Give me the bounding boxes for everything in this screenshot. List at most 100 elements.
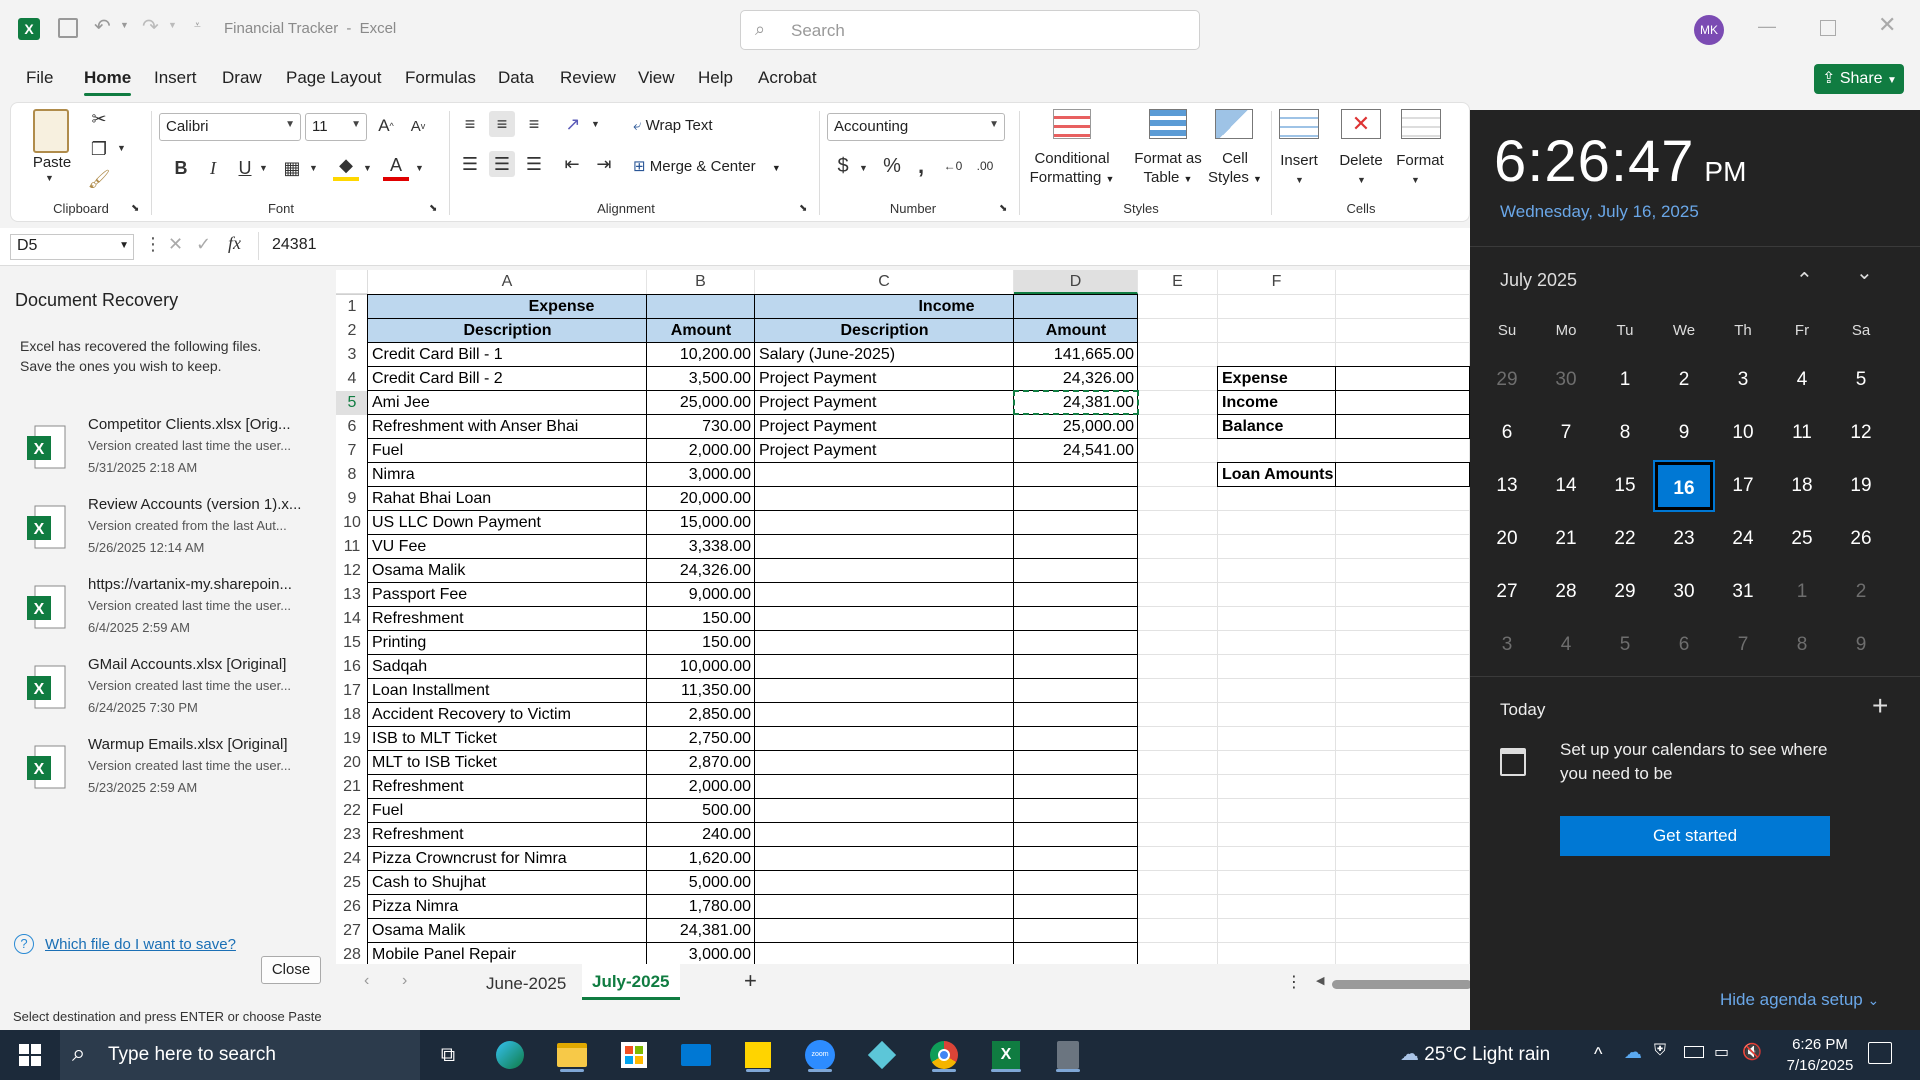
row-header[interactable]: 12	[336, 559, 368, 583]
expense-description-cell[interactable]: Fuel	[368, 439, 647, 463]
recovery-file-item[interactable]: X GMail Accounts.xlsx [Original] Version…	[22, 656, 322, 732]
scroll-left-icon[interactable]: ◀	[1316, 974, 1324, 987]
percent-icon[interactable]: %	[879, 153, 905, 179]
row-header[interactable]: 28	[336, 943, 368, 964]
recovery-file-item[interactable]: X https://vartanix-my.sharepoin... Versi…	[22, 576, 322, 652]
cell-styles-icon[interactable]	[1215, 109, 1253, 139]
more-options-icon[interactable]: ⋮	[144, 234, 162, 255]
align-center-icon[interactable]: ☰	[489, 151, 515, 177]
calendar-day[interactable]: 7	[1714, 621, 1772, 669]
sheet-tab-july[interactable]: July-2025	[582, 964, 680, 1000]
store-icon[interactable]	[614, 1038, 654, 1072]
expense-amount-cell[interactable]: 3,338.00	[647, 535, 755, 559]
file-explorer-icon[interactable]	[552, 1038, 592, 1072]
calendar-day[interactable]: 25	[1773, 515, 1831, 563]
select-all-corner[interactable]	[336, 270, 368, 294]
calendar-day[interactable]: 11	[1773, 409, 1831, 457]
chevron-down-icon[interactable]: ▼	[45, 173, 54, 183]
tab-formulas[interactable]: Formulas	[405, 68, 476, 88]
get-started-button[interactable]: Get started	[1560, 816, 1830, 856]
row-header[interactable]: 4	[336, 367, 368, 391]
expense-description-cell[interactable]: Refreshment	[368, 823, 647, 847]
row-header[interactable]: 20	[336, 751, 368, 775]
expense-amount-cell[interactable]: 20,000.00	[647, 487, 755, 511]
expense-description-cell[interactable]: Refreshment with Anser Bhai	[368, 415, 647, 439]
row-header[interactable]: 17	[336, 679, 368, 703]
decrease-decimal-icon[interactable]: .00	[971, 153, 999, 179]
sheet-tab-june[interactable]: June-2025	[486, 974, 566, 994]
row-header[interactable]: 13	[336, 583, 368, 607]
close-recovery-button[interactable]: Close	[261, 956, 321, 984]
avatar[interactable]: MK	[1694, 15, 1724, 45]
calendar-day[interactable]: 2	[1832, 568, 1890, 616]
chevron-down-icon[interactable]: ▼	[1295, 175, 1304, 185]
row-header[interactable]: 1	[336, 295, 368, 319]
previous-month-icon[interactable]: ⌄	[1796, 266, 1813, 291]
merge-center-button[interactable]: ⊞ Merge & Center ▼	[633, 157, 781, 175]
column-title[interactable]: Description	[755, 319, 1014, 343]
increase-decimal-icon[interactable]: ←0	[939, 153, 967, 179]
row-header[interactable]: 15	[336, 631, 368, 655]
expense-description-cell[interactable]: Printing	[368, 631, 647, 655]
next-month-icon[interactable]: ⌄	[1856, 260, 1873, 285]
insert-cells-button[interactable]: Insert	[1273, 151, 1325, 170]
row-header[interactable]: 10	[336, 511, 368, 535]
calendar-day[interactable]: 29	[1478, 356, 1536, 404]
expense-description-cell[interactable]: Rahat Bhai Loan	[368, 487, 647, 511]
expense-amount-cell[interactable]: 5,000.00	[647, 871, 755, 895]
notifications-icon[interactable]	[1868, 1042, 1892, 1064]
column-header-a[interactable]: A	[368, 270, 647, 294]
row-header[interactable]: 26	[336, 895, 368, 919]
expense-description-cell[interactable]: Refreshment	[368, 775, 647, 799]
expense-description-cell[interactable]: Pizza Crowncrust for Nimra	[368, 847, 647, 871]
expense-description-cell[interactable]: ISB to MLT Ticket	[368, 727, 647, 751]
calendar-month-label[interactable]: July 2025	[1500, 270, 1577, 291]
income-amount-cell[interactable]: 141,665.00	[1014, 343, 1138, 367]
expense-description-cell[interactable]: Credit Card Bill - 2	[368, 367, 647, 391]
row-header[interactable]: 6	[336, 415, 368, 439]
calendar-day[interactable]: 8	[1596, 409, 1654, 457]
recovery-file-item[interactable]: X Warmup Emails.xlsx [Original] Version …	[22, 736, 322, 812]
chevron-down-icon[interactable]: ▼	[591, 119, 600, 129]
number-format-select[interactable]: Accounting ▼	[827, 113, 1005, 141]
chevron-down-icon[interactable]: ▼	[309, 163, 318, 173]
tab-acrobat[interactable]: Acrobat	[758, 68, 817, 88]
expense-amount-cell[interactable]: 10,200.00	[647, 343, 755, 367]
qat-customize-icon[interactable]: ⩡	[194, 18, 201, 33]
dialog-launcher-icon[interactable]: ⬊	[429, 203, 437, 214]
column-header-g[interactable]	[1336, 270, 1470, 294]
calculator-icon[interactable]	[1048, 1038, 1088, 1072]
increase-font-icon[interactable]: A ^	[373, 113, 399, 139]
calendar-day[interactable]: 9	[1832, 621, 1890, 669]
increase-indent-icon[interactable]: ⇥	[591, 151, 617, 177]
tab-file[interactable]: File	[26, 68, 53, 88]
comma-style-icon[interactable]: ,	[911, 153, 931, 179]
expense-amount-cell[interactable]: 150.00	[647, 607, 755, 631]
row-header[interactable]: 3	[336, 343, 368, 367]
conditional-formatting-button[interactable]: Conditional Formatting ▼	[1021, 149, 1123, 189]
underline-icon[interactable]: U	[233, 155, 257, 181]
expense-description-cell[interactable]: Credit Card Bill - 1	[368, 343, 647, 367]
redo-icon[interactable]: ↷	[142, 14, 159, 39]
calendar-day[interactable]: 10	[1714, 409, 1772, 457]
calendar-day[interactable]: 1	[1773, 568, 1831, 616]
tab-draw[interactable]: Draw	[222, 68, 262, 88]
income-amount-cell[interactable]: 24,326.00	[1014, 367, 1138, 391]
calendar-day[interactable]: 28	[1537, 568, 1595, 616]
decrease-font-icon[interactable]: Av	[405, 113, 431, 139]
calendar-day[interactable]: 2	[1655, 356, 1713, 404]
maximize-button[interactable]	[1820, 20, 1836, 36]
calendar-day[interactable]: 9	[1655, 409, 1713, 457]
expense-amount-cell[interactable]: 2,870.00	[647, 751, 755, 775]
expense-description-cell[interactable]: Osama Malik	[368, 559, 647, 583]
network-icon[interactable]: ▭	[1714, 1042, 1729, 1062]
currency-icon[interactable]: $	[831, 153, 855, 179]
battery-icon[interactable]	[1684, 1046, 1704, 1058]
bold-icon[interactable]: B	[169, 155, 193, 181]
row-header[interactable]: 18	[336, 703, 368, 727]
calendar-day[interactable]: 17	[1714, 462, 1772, 510]
excel-taskbar-icon[interactable]: X	[986, 1038, 1026, 1072]
volume-muted-icon[interactable]: 🔇	[1742, 1042, 1762, 1062]
calendar-day[interactable]: 13	[1478, 462, 1536, 510]
scrollbar-thumb[interactable]	[1332, 980, 1472, 989]
